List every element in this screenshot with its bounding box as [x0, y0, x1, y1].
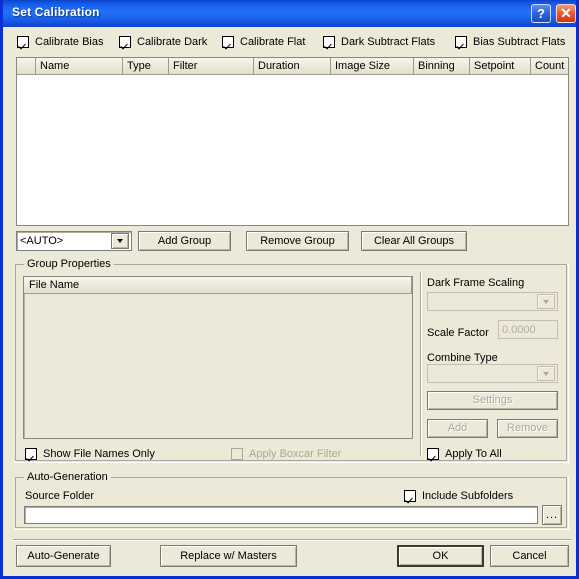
- column-header-binning[interactable]: Binning: [414, 58, 470, 75]
- column-header-setpoint[interactable]: Setpoint: [470, 58, 531, 75]
- title-bar[interactable]: Set Calibration ? ✕: [3, 0, 576, 27]
- scale-factor-label: Scale Factor: [427, 327, 489, 339]
- group-properties-divider: [420, 272, 421, 456]
- checkbox-calibrate-dark[interactable]: Calibrate Dark: [119, 36, 207, 48]
- add-group-button[interactable]: Add Group: [138, 231, 231, 251]
- ok-button[interactable]: OK: [397, 545, 484, 567]
- file-name-column-header[interactable]: File Name: [24, 277, 412, 294]
- calibrate-flat-label: Calibrate Flat: [240, 36, 306, 48]
- group-properties-title: Group Properties: [24, 258, 114, 270]
- checkbox-bias-subtract-flats[interactable]: Bias Subtract Flats: [455, 36, 565, 48]
- column-header-select[interactable]: [17, 58, 36, 75]
- calibrate-bias-checkbox-icon[interactable]: [17, 36, 29, 48]
- column-header-name[interactable]: Name: [36, 58, 123, 75]
- apply-to-all-label: Apply To All: [445, 448, 502, 460]
- calibrate-bias-label: Calibrate Bias: [35, 36, 104, 48]
- ellipsis-icon: ...: [545, 509, 559, 521]
- calibrate-flat-checkbox-icon[interactable]: [222, 36, 234, 48]
- auto-generate-button[interactable]: Auto-Generate: [16, 545, 111, 567]
- calibration-group-list[interactable]: Name Type Filter Duration Image Size Bin…: [16, 57, 569, 226]
- checkbox-calibrate-flat[interactable]: Calibrate Flat: [222, 36, 305, 48]
- checkbox-apply-to-all[interactable]: Apply To All: [427, 448, 502, 460]
- scale-factor-input[interactable]: 0.0000: [498, 320, 558, 339]
- auto-generation-title: Auto-Generation: [24, 471, 111, 483]
- remove-group-button[interactable]: Remove Group: [246, 231, 349, 251]
- cancel-button[interactable]: Cancel: [490, 545, 569, 567]
- bias-subtract-flats-label: Bias Subtract Flats: [473, 36, 566, 48]
- apply-boxcar-filter-label: Apply Boxcar Filter: [249, 448, 342, 460]
- group-select-combobox[interactable]: <AUTO>: [16, 231, 132, 251]
- bias-subtract-flats-checkbox-icon[interactable]: [455, 36, 467, 48]
- apply-to-all-checkbox-icon[interactable]: [427, 448, 439, 460]
- checkbox-include-subfolders[interactable]: Include Subfolders: [404, 490, 513, 502]
- source-folder-label: Source Folder: [25, 490, 95, 502]
- remove-file-button[interactable]: Remove: [497, 419, 558, 438]
- dark-frame-scaling-combobox[interactable]: [427, 292, 558, 311]
- chevron-down-icon[interactable]: [537, 366, 555, 381]
- dark-subtract-flats-label: Dark Subtract Flats: [341, 36, 436, 48]
- close-button[interactable]: ✕: [556, 4, 576, 23]
- combine-type-label: Combine Type: [427, 352, 498, 364]
- window-title: Set Calibration: [12, 5, 100, 19]
- column-header-type[interactable]: Type: [123, 58, 169, 75]
- calibration-group-list-body[interactable]: [17, 75, 568, 225]
- checkbox-dark-subtract-flats[interactable]: Dark Subtract Flats: [323, 36, 435, 48]
- help-button[interactable]: ?: [531, 4, 551, 23]
- group-select-value: <AUTO>: [20, 235, 64, 247]
- show-file-names-only-label: Show File Names Only: [43, 448, 155, 460]
- show-file-names-only-checkbox-icon[interactable]: [25, 448, 37, 460]
- replace-with-masters-button[interactable]: Replace w/ Masters: [160, 545, 297, 567]
- include-subfolders-label: Include Subfolders: [422, 490, 514, 502]
- browse-folder-button[interactable]: ...: [542, 505, 562, 525]
- checkbox-apply-boxcar-filter[interactable]: Apply Boxcar Filter: [231, 448, 341, 460]
- dark-frame-scaling-label: Dark Frame Scaling: [427, 277, 525, 289]
- calibration-group-list-header: Name Type Filter Duration Image Size Bin…: [17, 58, 568, 75]
- calibrate-dark-checkbox-icon[interactable]: [119, 36, 131, 48]
- footer-divider: [13, 539, 572, 540]
- column-header-duration[interactable]: Duration: [254, 58, 331, 75]
- checkbox-show-file-names-only[interactable]: Show File Names Only: [25, 448, 155, 460]
- checkbox-calibrate-bias[interactable]: Calibrate Bias: [17, 36, 103, 48]
- column-header-image-size[interactable]: Image Size: [331, 58, 414, 75]
- set-calibration-dialog: Set Calibration ? ✕ Calibrate Bias Calib…: [0, 0, 579, 579]
- chevron-down-icon[interactable]: [111, 233, 129, 249]
- chevron-down-icon[interactable]: [537, 294, 555, 309]
- column-header-filter[interactable]: Filter: [169, 58, 254, 75]
- clear-all-groups-button[interactable]: Clear All Groups: [361, 231, 467, 251]
- include-subfolders-checkbox-icon[interactable]: [404, 490, 416, 502]
- apply-boxcar-filter-checkbox-icon[interactable]: [231, 448, 243, 460]
- calibrate-dark-label: Calibrate Dark: [137, 36, 208, 48]
- combine-type-combobox[interactable]: [427, 364, 558, 383]
- file-name-list[interactable]: File Name: [23, 276, 413, 439]
- source-folder-input[interactable]: [24, 506, 538, 524]
- settings-button[interactable]: Settings: [427, 391, 558, 410]
- close-icon: ✕: [560, 5, 572, 21]
- add-file-button[interactable]: Add: [427, 419, 488, 438]
- dark-subtract-flats-checkbox-icon[interactable]: [323, 36, 335, 48]
- column-header-count[interactable]: Count: [531, 58, 568, 75]
